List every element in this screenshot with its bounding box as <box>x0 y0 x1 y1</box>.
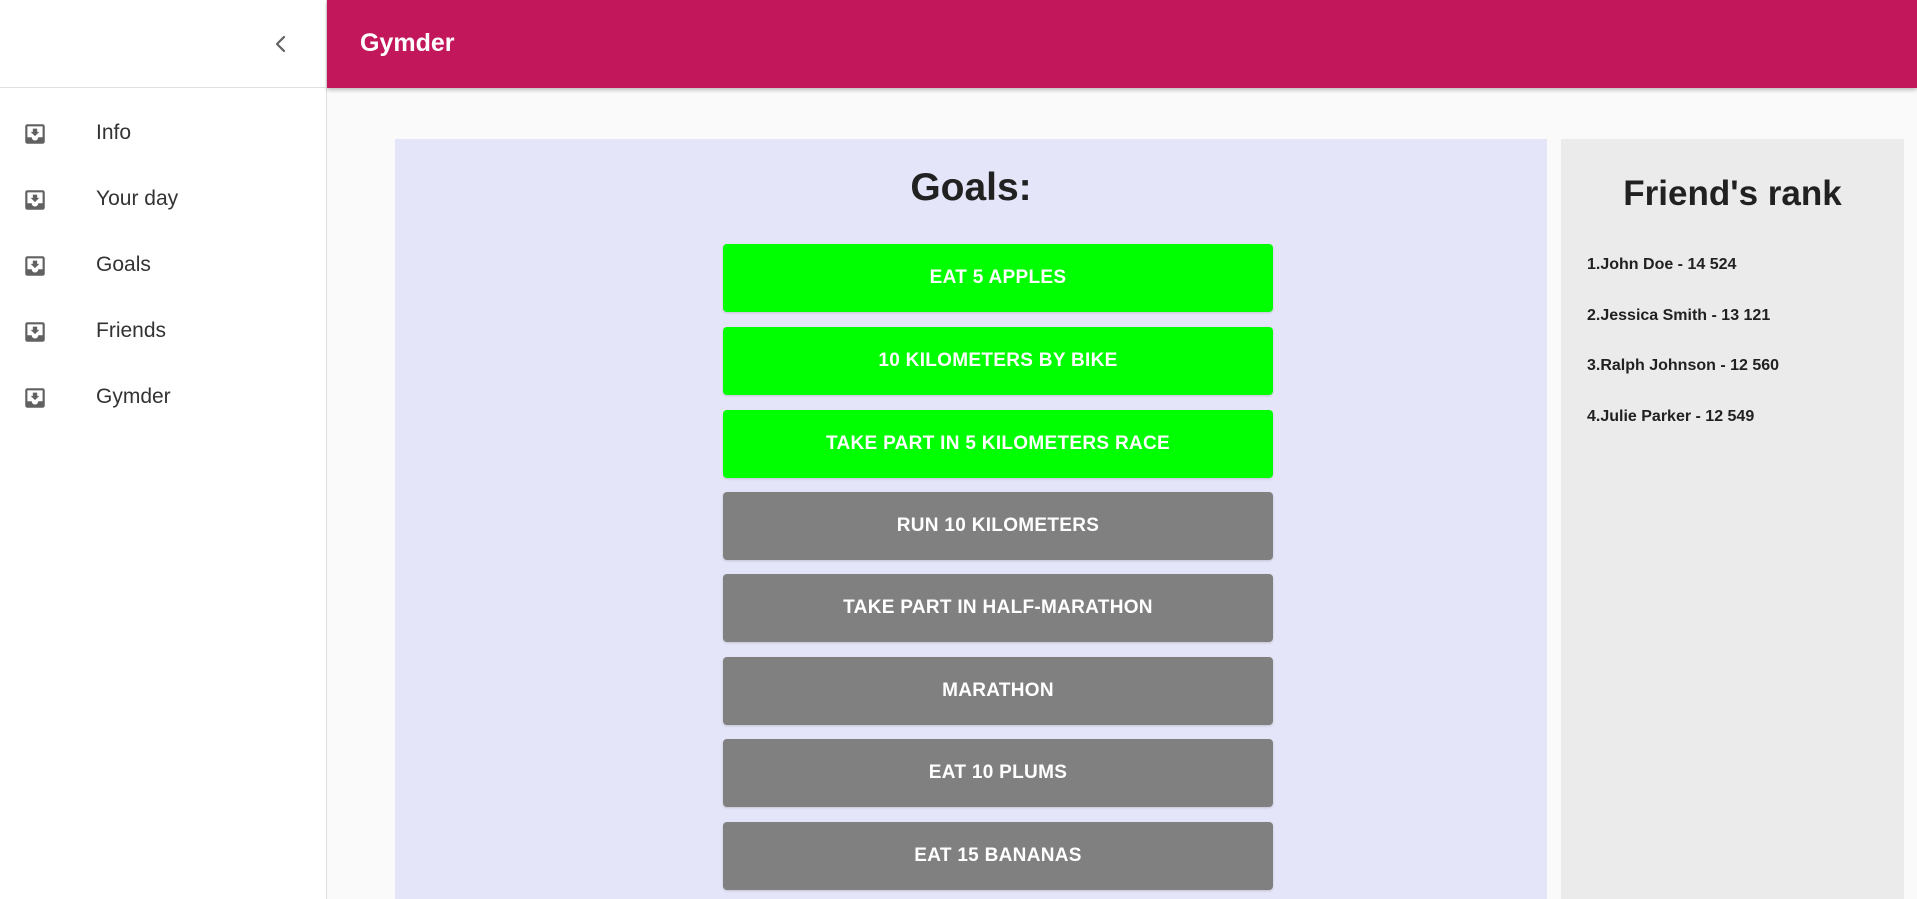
sidebar-item-label: Goals <box>96 253 151 276</box>
goal-button[interactable]: Take part in 5 kilometers race <box>723 410 1273 478</box>
move-to-inbox-icon <box>25 256 45 276</box>
goal-button[interactable]: Eat 5 apples <box>723 244 1273 312</box>
sidebar-drawer: Info Your day Goals Friends Gymder <box>0 0 327 899</box>
sidebar-item-goals[interactable]: Goals <box>0 232 326 298</box>
sidebar-item-friends[interactable]: Friends <box>0 298 326 364</box>
rank-list-item: 1.John Doe - 14 524 <box>1587 256 1737 273</box>
rank-list-item: 2.Jessica Smith - 13 121 <box>1587 307 1771 324</box>
friends-rank-panel <box>1561 139 1904 899</box>
collapse-drawer-button[interactable] <box>263 26 299 62</box>
app-title: Gymder <box>360 29 455 57</box>
sidebar-item-your-day[interactable]: Your day <box>0 166 326 232</box>
goal-button[interactable]: Take part in half-marathon <box>723 574 1273 642</box>
drawer-header <box>0 0 326 88</box>
sidebar-item-label: Your day <box>96 187 179 210</box>
sidebar-item-label: Friends <box>96 319 167 342</box>
move-to-inbox-icon <box>25 388 45 408</box>
goal-button[interactable]: Eat 10 plums <box>723 739 1273 807</box>
move-to-inbox-icon <box>25 322 45 342</box>
chevron-left-icon <box>275 35 286 53</box>
rank-list-item: 4.Julie Parker - 12 549 <box>1587 408 1755 425</box>
sidebar-nav: Info Your day Goals Friends Gymder <box>0 88 326 408</box>
rank-title: Friend's rank <box>1623 174 1842 213</box>
goal-button[interactable]: 10 kilometers by bike <box>723 327 1273 395</box>
goal-button[interactable]: Eat 15 bananas <box>723 822 1273 890</box>
goals-title: Goals: <box>910 166 1032 209</box>
sidebar-item-label: Gymder <box>96 385 171 408</box>
move-to-inbox-icon <box>25 124 45 144</box>
sidebar-item-label: Info <box>96 121 132 144</box>
sidebar-item-gymder[interactable]: Gymder <box>0 364 326 430</box>
goal-button[interactable]: Run 10 kilometers <box>723 492 1273 560</box>
app-bar: Gymder <box>327 0 1917 88</box>
rank-list-item: 3.Ralph Johnson - 12 560 <box>1587 357 1780 374</box>
goal-button[interactable]: Marathon <box>723 657 1273 725</box>
app-root: Info Your day Goals Friends Gymder Gymde… <box>0 0 1917 899</box>
sidebar-item-info[interactable]: Info <box>0 100 326 166</box>
move-to-inbox-icon <box>25 190 45 210</box>
